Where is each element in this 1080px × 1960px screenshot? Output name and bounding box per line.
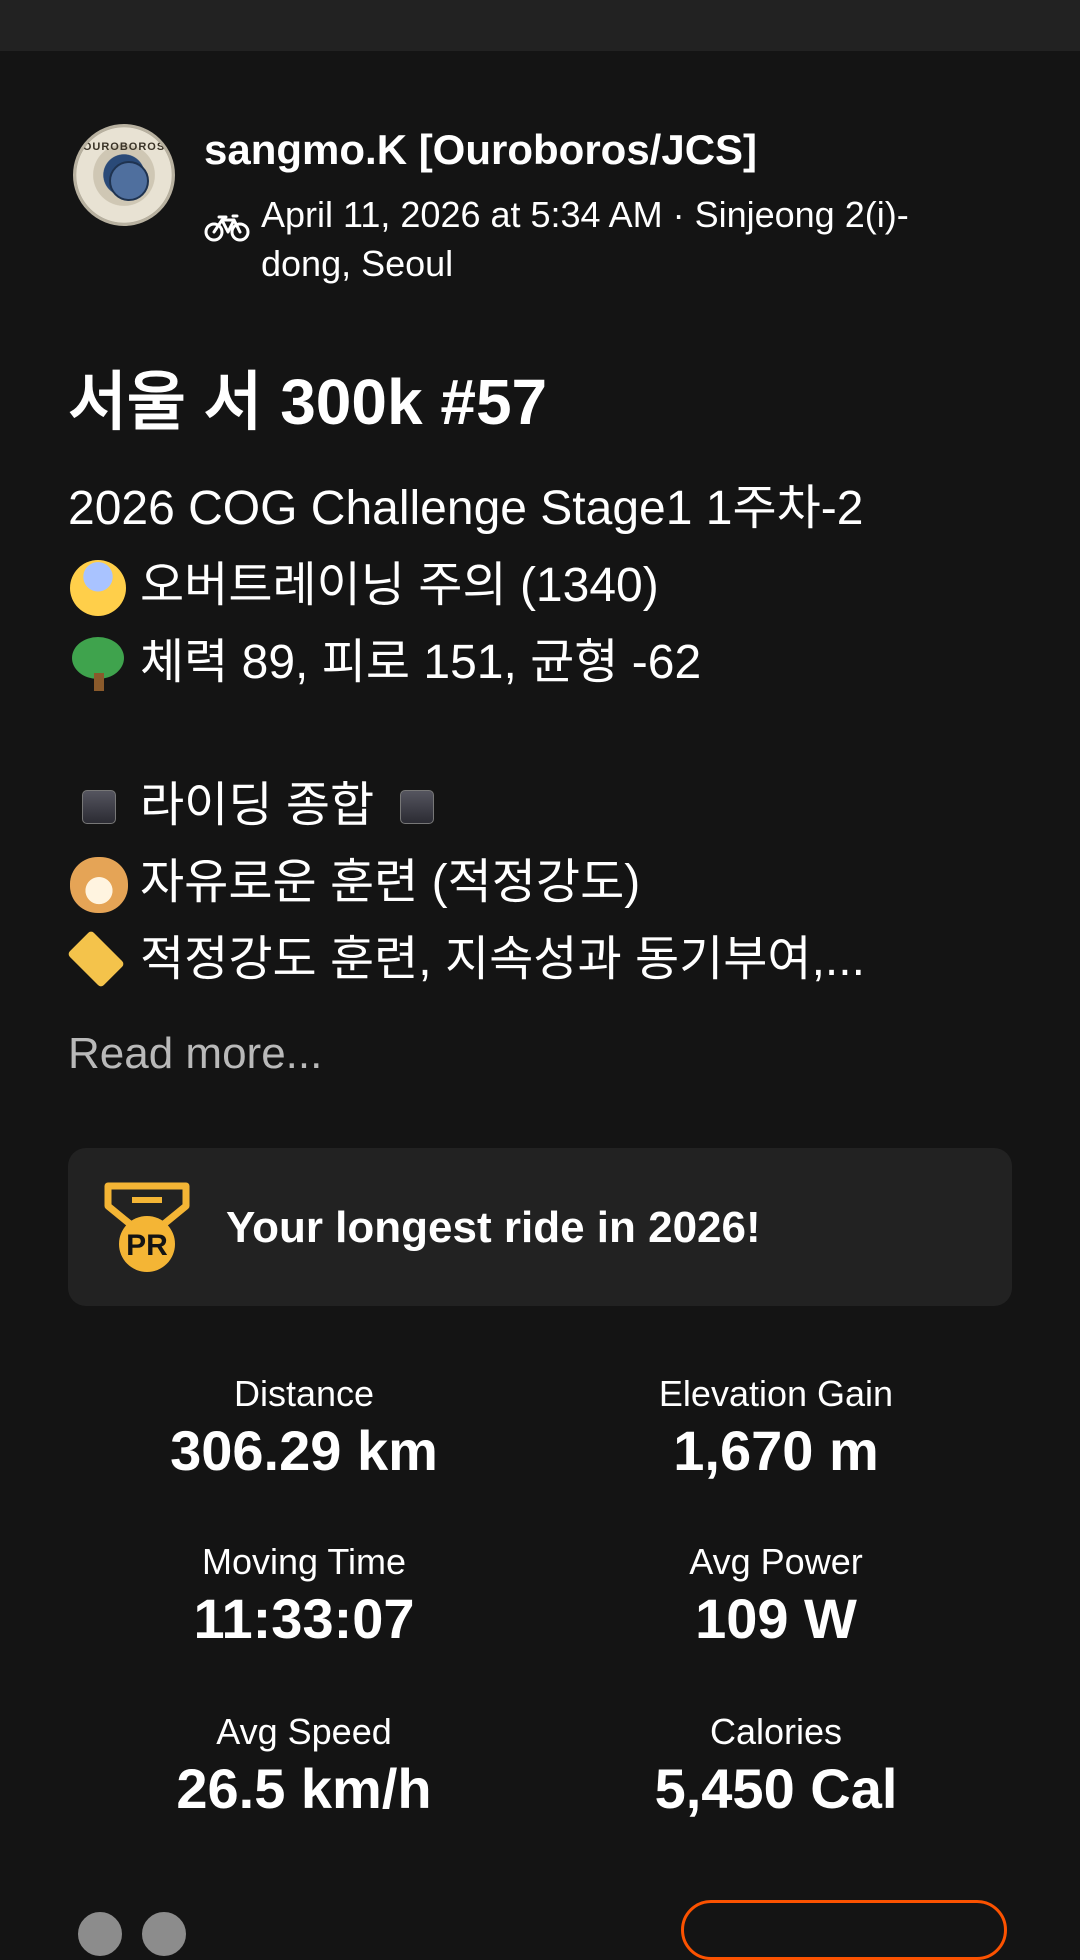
stat-moving-time: Moving Time 11:33:07 — [68, 1538, 540, 1652]
square-emoji — [386, 780, 450, 832]
stat-label: Avg Speed — [216, 1711, 392, 1752]
pr-badge-text: PR — [126, 1229, 168, 1262]
athlete-name[interactable]: sangmo.K [Ouroboros/JCS] — [204, 124, 757, 176]
description-line: 자유로운 훈련 (적정강도) — [68, 844, 1028, 921]
description-text: 라이딩 종합 — [140, 779, 375, 832]
action-button[interactable] — [681, 1900, 1007, 1960]
status-bar — [0, 0, 1080, 51]
square-emoji — [68, 780, 132, 832]
kudos-avatars[interactable] — [76, 1910, 216, 1958]
stat-value: 306.29 km — [170, 1419, 438, 1482]
stat-value: 1,670 m — [673, 1419, 879, 1482]
stat-label: Avg Power — [689, 1541, 863, 1582]
stat-label: Elevation Gain — [658, 1373, 894, 1414]
stat-avg-speed: Avg Speed 26.5 km/h — [68, 1708, 540, 1822]
description-text: 2026 COG Challenge Stage1 1주차-2 — [68, 482, 864, 535]
stat-label: Distance — [233, 1373, 375, 1414]
stat-value: 109 W — [695, 1587, 857, 1650]
stat-value: 11:33:07 — [193, 1587, 415, 1650]
description-line: 2026 COG Challenge Stage1 1주차-2 — [68, 470, 1028, 547]
bike-icon — [204, 214, 250, 242]
stat-elevation-gain: Elevation Gain 1,670 m — [540, 1370, 1012, 1484]
activity-date-location: April 11, 2026 at 5:34 AM · Sinjeong 2(i… — [261, 194, 909, 284]
stat-label: Calories — [709, 1711, 843, 1752]
stat-value: 26.5 km/h — [176, 1757, 432, 1820]
avatar-figure — [109, 161, 149, 201]
activity-description: 2026 COG Challenge Stage1 1주차-2 오버트레이닝 주… — [68, 470, 1028, 998]
description-text: 체력 89, 피로 151, 균형 -62 — [140, 636, 702, 689]
description-text: 적정강도 훈련, 지속성과 동기부여,... — [140, 933, 865, 986]
label-tag-emoji — [68, 934, 132, 986]
dog-face-emoji — [68, 856, 132, 913]
stat-value: 5,450 Cal — [654, 1757, 898, 1820]
kudos-avatar — [76, 1910, 124, 1958]
activity-header: OUROBOROS sangmo.K [Ouroboros/JCS] April… — [73, 124, 1033, 294]
description-text: 자유로운 훈련 (적정강도) — [140, 856, 641, 909]
anxious-face-emoji — [68, 559, 132, 616]
achievement-text: Your longest ride in 2026! — [226, 1203, 761, 1252]
activity-title[interactable]: 서울 서 300k #57 — [68, 362, 547, 442]
avatar-logo-text: OUROBOROS — [82, 141, 166, 153]
stat-avg-power: Avg Power 109 W — [540, 1538, 1012, 1652]
description-line: 체력 89, 피로 151, 균형 -62 — [68, 624, 1028, 701]
description-line: 라이딩 종합 — [68, 767, 1028, 844]
description-line: 적정강도 훈련, 지속성과 동기부여,... — [68, 921, 1028, 998]
stat-distance: Distance 306.29 km — [68, 1370, 540, 1484]
achievement-card[interactable]: PR Your longest ride in 2026! — [68, 1148, 1012, 1306]
tree-emoji — [68, 636, 132, 691]
read-more-link[interactable]: Read more... — [68, 1024, 322, 1084]
pr-medal-icon: PR — [104, 1182, 190, 1272]
bottom-partial-row — [68, 1900, 1012, 1960]
kudos-avatar — [140, 1910, 188, 1958]
avatar[interactable]: OUROBOROS — [73, 124, 175, 226]
description-line: 오버트레이닝 주의 (1340) — [68, 547, 1028, 624]
stat-label: Moving Time — [201, 1541, 407, 1582]
description-text: 오버트레이닝 주의 (1340) — [140, 559, 659, 612]
stat-calories: Calories 5,450 Cal — [540, 1708, 1012, 1822]
